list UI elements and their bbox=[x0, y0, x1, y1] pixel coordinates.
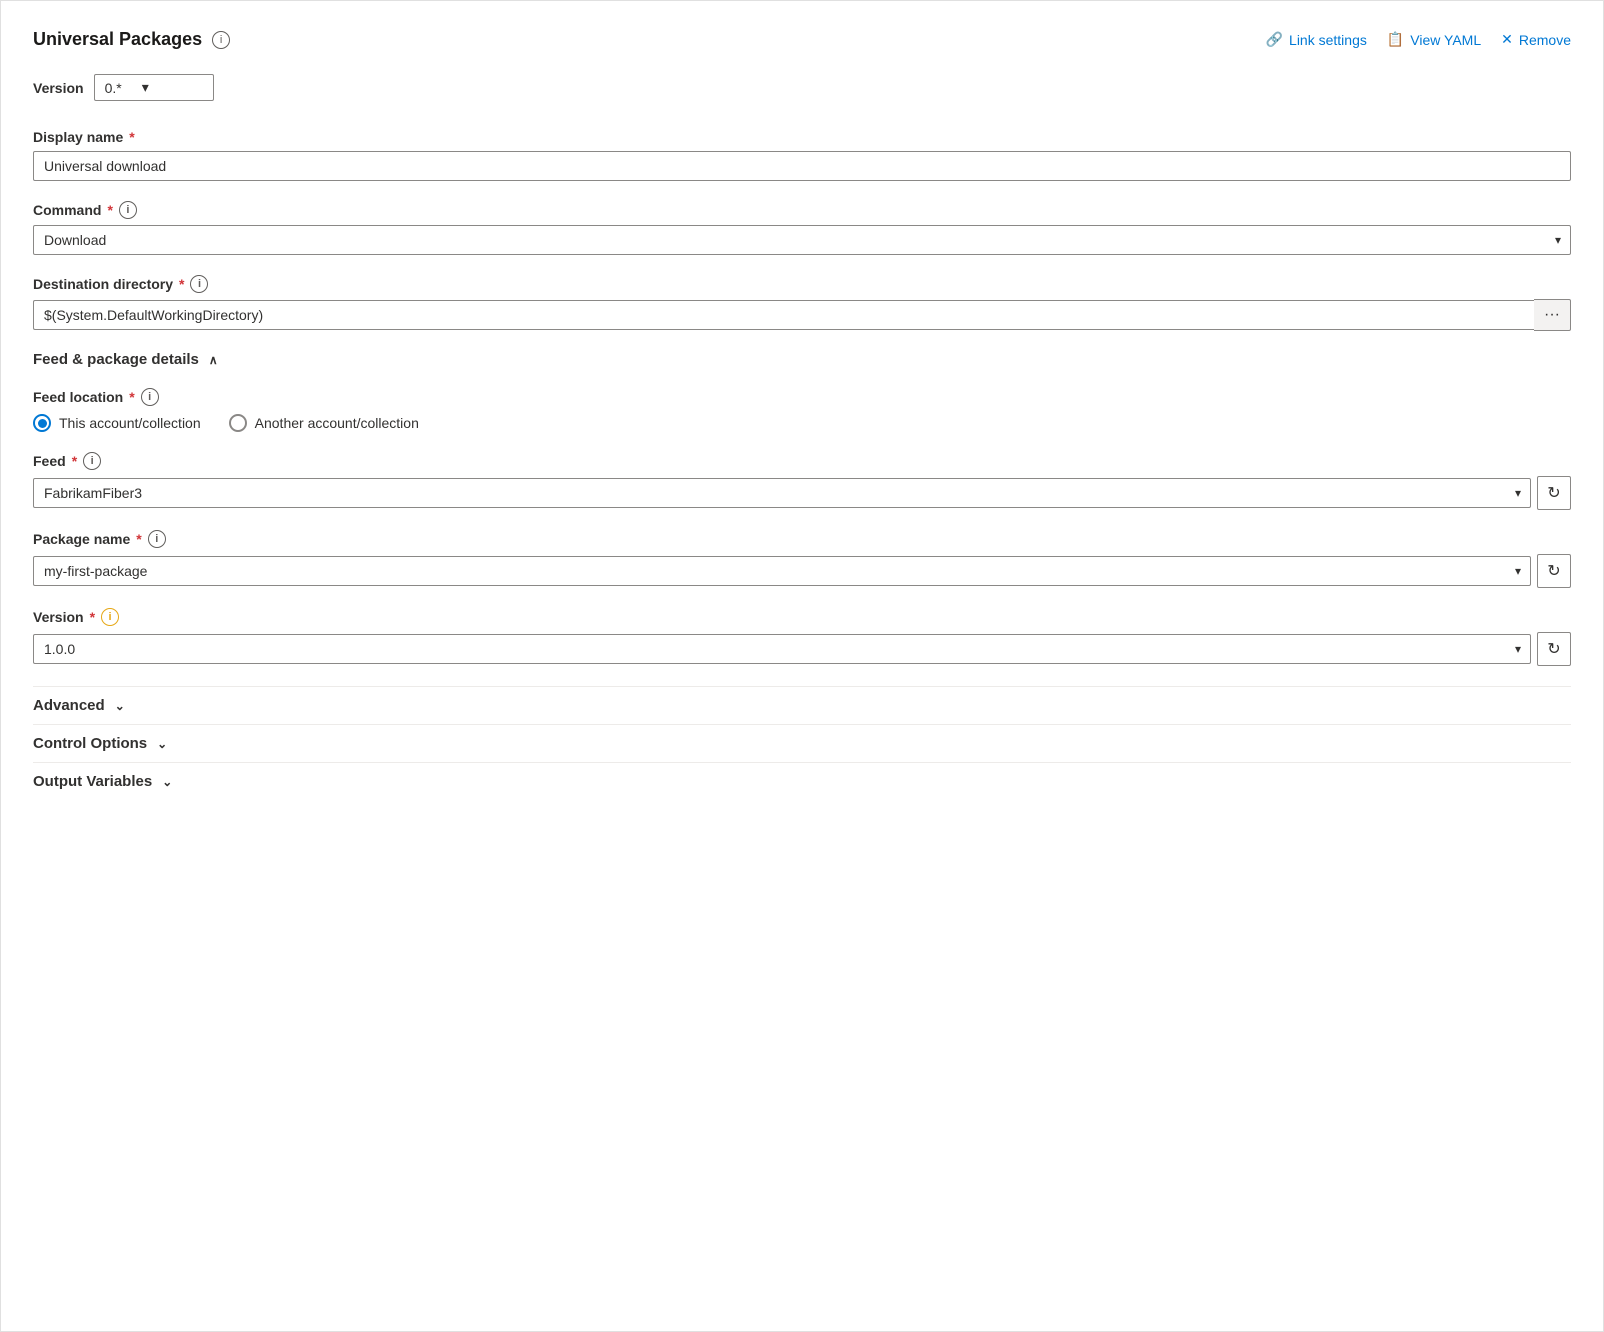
package-name-select-wrapper: my-first-package ▾ bbox=[33, 556, 1531, 586]
command-field: Command * i Download Publish ▾ bbox=[33, 201, 1571, 255]
feed-info-icon[interactable]: i bbox=[83, 452, 101, 470]
package-name-select-row: my-first-package ▾ ↻ bbox=[33, 554, 1571, 588]
command-info-icon[interactable]: i bbox=[119, 201, 137, 219]
version-package-label: Version bbox=[33, 609, 84, 625]
display-name-field: Display name * bbox=[33, 129, 1571, 181]
destination-dir-browse-button[interactable]: ··· bbox=[1534, 299, 1571, 331]
advanced-section-header[interactable]: Advanced ⌄ bbox=[33, 686, 1571, 724]
version-package-refresh-button[interactable]: ↻ bbox=[1537, 632, 1571, 666]
feed-select-row: FabrikamFiber3 ▾ ↻ bbox=[33, 476, 1571, 510]
package-name-info-icon[interactable]: i bbox=[148, 530, 166, 548]
package-name-label: Package name bbox=[33, 531, 130, 547]
command-required: * bbox=[107, 202, 112, 218]
command-label: Command bbox=[33, 202, 101, 218]
view-yaml-button[interactable]: 📋 View YAML bbox=[1387, 31, 1481, 48]
this-account-label: This account/collection bbox=[59, 415, 201, 431]
package-name-required: * bbox=[136, 531, 141, 547]
output-variables-label: Output Variables bbox=[33, 773, 152, 790]
display-name-input[interactable] bbox=[33, 151, 1571, 181]
command-select-wrapper: Download Publish ▾ bbox=[33, 225, 1571, 255]
output-variables-section-header[interactable]: Output Variables ⌄ bbox=[33, 762, 1571, 800]
feed-label: Feed bbox=[33, 453, 66, 469]
another-account-label: Another account/collection bbox=[255, 415, 419, 431]
feed-location-field: Feed location * i This account/collectio… bbox=[33, 388, 1571, 432]
version-value: 0.* bbox=[105, 80, 122, 96]
feed-location-label: Feed location bbox=[33, 389, 123, 405]
destination-dir-label: Destination directory bbox=[33, 276, 173, 292]
feed-location-required: * bbox=[129, 389, 134, 405]
feed-location-info-icon[interactable]: i bbox=[141, 388, 159, 406]
feed-required: * bbox=[72, 453, 77, 469]
advanced-section-label: Advanced bbox=[33, 697, 105, 714]
version-package-refresh-icon: ↻ bbox=[1547, 639, 1560, 659]
this-account-radio[interactable] bbox=[33, 414, 51, 432]
link-settings-button[interactable]: 🔗 Link settings bbox=[1266, 31, 1367, 48]
feed-package-section-label: Feed & package details bbox=[33, 351, 199, 368]
feed-select[interactable]: FabrikamFiber3 bbox=[33, 478, 1531, 508]
package-name-field: Package name * i my-first-package ▾ ↻ bbox=[33, 530, 1571, 588]
feed-select-wrapper: FabrikamFiber3 ▾ bbox=[33, 478, 1531, 508]
version-package-info-icon[interactable]: i bbox=[101, 608, 119, 626]
destination-dir-required: * bbox=[179, 276, 184, 292]
destination-dir-row: ··· bbox=[33, 299, 1571, 331]
version-label: Version bbox=[33, 80, 84, 96]
feed-location-this-account[interactable]: This account/collection bbox=[33, 414, 201, 432]
destination-dir-info-icon[interactable]: i bbox=[190, 275, 208, 293]
display-name-required: * bbox=[129, 129, 134, 145]
control-options-chevron-icon: ⌄ bbox=[157, 737, 167, 751]
command-select[interactable]: Download Publish bbox=[33, 225, 1571, 255]
page-header: Universal Packages i 🔗 Link settings 📋 V… bbox=[33, 29, 1571, 50]
ellipsis-icon: ··· bbox=[1544, 306, 1560, 324]
version-chevron-icon: ▾ bbox=[142, 79, 149, 96]
feed-package-section-header[interactable]: Feed & package details ∧ bbox=[33, 351, 1571, 368]
header-left: Universal Packages i bbox=[33, 29, 230, 50]
display-name-label: Display name bbox=[33, 129, 123, 145]
version-package-select-wrapper: 1.0.0 ▾ bbox=[33, 634, 1531, 664]
control-options-section-header[interactable]: Control Options ⌄ bbox=[33, 724, 1571, 762]
destination-dir-input[interactable] bbox=[33, 300, 1534, 330]
version-package-select-row: 1.0.0 ▾ ↻ bbox=[33, 632, 1571, 666]
control-options-label: Control Options bbox=[33, 735, 147, 752]
feed-location-another-account[interactable]: Another account/collection bbox=[229, 414, 419, 432]
destination-directory-field: Destination directory * i ··· bbox=[33, 275, 1571, 331]
feed-refresh-button[interactable]: ↻ bbox=[1537, 476, 1571, 510]
output-variables-chevron-icon: ⌄ bbox=[162, 775, 172, 789]
feed-location-radio-group: This account/collection Another account/… bbox=[33, 414, 1571, 432]
another-account-radio[interactable] bbox=[229, 414, 247, 432]
remove-button[interactable]: ✕ Remove bbox=[1501, 31, 1571, 48]
link-icon: 🔗 bbox=[1266, 31, 1283, 48]
page-title: Universal Packages bbox=[33, 29, 202, 50]
header-info-icon[interactable]: i bbox=[212, 31, 230, 49]
package-name-select[interactable]: my-first-package bbox=[33, 556, 1531, 586]
remove-icon: ✕ bbox=[1501, 31, 1513, 48]
feed-field: Feed * i FabrikamFiber3 ▾ ↻ bbox=[33, 452, 1571, 510]
package-name-refresh-icon: ↻ bbox=[1547, 561, 1560, 581]
feed-package-chevron-icon: ∧ bbox=[209, 353, 218, 367]
version-package-required: * bbox=[90, 609, 95, 625]
version-select[interactable]: 0.* ▾ bbox=[94, 74, 214, 101]
version-row: Version 0.* ▾ bbox=[33, 74, 1571, 101]
version-package-field: Version * i 1.0.0 ▾ ↻ bbox=[33, 608, 1571, 666]
package-name-refresh-button[interactable]: ↻ bbox=[1537, 554, 1571, 588]
advanced-chevron-icon: ⌄ bbox=[115, 699, 125, 713]
header-actions: 🔗 Link settings 📋 View YAML ✕ Remove bbox=[1266, 31, 1571, 48]
feed-refresh-icon: ↻ bbox=[1547, 483, 1560, 503]
yaml-icon: 📋 bbox=[1387, 31, 1404, 48]
version-package-select[interactable]: 1.0.0 bbox=[33, 634, 1531, 664]
